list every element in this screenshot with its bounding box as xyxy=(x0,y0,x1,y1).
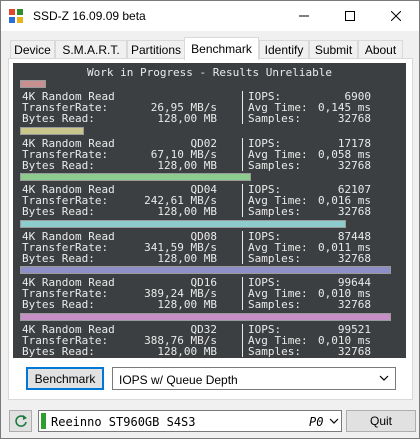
bytes-read-label: Bytes Read: xyxy=(22,252,95,265)
window-title: SSD-Z 16.09.09 beta xyxy=(33,9,146,23)
minimize-icon xyxy=(299,15,309,17)
column-separator xyxy=(242,184,243,217)
throughput-bar xyxy=(20,220,346,228)
minimize-button[interactable] xyxy=(281,1,327,31)
bytes-read-value: 128,00 MB xyxy=(157,159,217,172)
benchmark-mode-select[interactable]: IOPS w/ Queue Depth xyxy=(112,367,396,390)
samples-label: Samples: xyxy=(248,205,301,218)
benchmark-results: Work in Progress - Results Unreliable 4K… xyxy=(13,63,406,358)
column-separator xyxy=(242,231,243,264)
bytes-read-label: Bytes Read: xyxy=(22,112,95,125)
quit-button[interactable]: Quit xyxy=(346,410,416,432)
column-separator xyxy=(242,277,243,310)
drive-select[interactable]: Reeinno ST960GB S4S3 P0 xyxy=(38,410,342,432)
samples-value: 32768 xyxy=(337,205,371,218)
benchmark-mode-value: IOPS w/ Queue Depth xyxy=(119,373,238,387)
drive-status-indicator xyxy=(41,413,46,429)
tab-partitions[interactable]: Partitions xyxy=(127,40,185,59)
samples-value: 32768 xyxy=(337,298,371,311)
bytes-read-label: Bytes Read: xyxy=(22,345,95,358)
tab-benchmark[interactable]: Benchmark xyxy=(184,37,259,60)
chevron-down-icon xyxy=(329,416,339,427)
column-separator xyxy=(242,324,243,357)
tab-submit[interactable]: Submit xyxy=(309,40,358,59)
bytes-read-value: 128,00 MB xyxy=(157,345,217,358)
refresh-button[interactable] xyxy=(9,410,32,432)
throughput-bar xyxy=(20,127,84,135)
samples-label: Samples: xyxy=(248,345,301,358)
bytes-read-label: Bytes Read: xyxy=(22,205,95,218)
bytes-read-label: Bytes Read: xyxy=(22,159,95,172)
tab-device[interactable]: Device xyxy=(10,40,55,59)
refresh-icon xyxy=(14,415,27,427)
tab-smart[interactable]: S.M.A.R.T. xyxy=(55,40,127,59)
tab-about[interactable]: About xyxy=(358,40,403,59)
benchmark-button[interactable]: Benchmark xyxy=(26,367,104,390)
samples-label: Samples: xyxy=(248,159,301,172)
bytes-read-value: 128,00 MB xyxy=(157,298,217,311)
tab-identify[interactable]: Identify xyxy=(259,40,309,59)
samples-value: 32768 xyxy=(337,345,371,358)
samples-value: 32768 xyxy=(337,159,371,172)
samples-label: Samples: xyxy=(248,252,301,265)
samples-label: Samples: xyxy=(248,298,301,311)
samples-label: Samples: xyxy=(248,112,301,125)
samples-value: 32768 xyxy=(337,112,371,125)
samples-value: 32768 xyxy=(337,252,371,265)
maximize-icon xyxy=(345,11,355,21)
results-header: Work in Progress - Results Unreliable xyxy=(86,66,333,79)
tab-strip: Device S.M.A.R.T. Partitions Benchmark I… xyxy=(8,37,414,60)
bytes-read-label: Bytes Read: xyxy=(22,298,95,311)
bytes-read-value: 128,00 MB xyxy=(157,252,217,265)
drive-port: P0 xyxy=(309,415,324,429)
throughput-bar xyxy=(20,313,391,321)
close-button[interactable] xyxy=(373,1,419,31)
drive-name: Reeinno ST960GB S4S3 xyxy=(51,415,196,429)
throughput-bar xyxy=(20,173,251,181)
maximize-button[interactable] xyxy=(327,1,373,31)
throughput-bar xyxy=(20,80,46,88)
chevron-down-icon xyxy=(379,373,389,384)
column-separator xyxy=(242,91,243,124)
close-icon xyxy=(391,11,401,21)
bytes-read-value: 128,00 MB xyxy=(157,112,217,125)
title-bar: SSD-Z 16.09.09 beta xyxy=(1,1,419,31)
throughput-bar xyxy=(20,266,391,274)
column-separator xyxy=(242,138,243,171)
ssd-z-app-icon xyxy=(8,8,24,24)
bytes-read-value: 128,00 MB xyxy=(157,205,217,218)
app-window: SSD-Z 16.09.09 beta Device S.M.A.R.T. Pa… xyxy=(0,0,420,439)
